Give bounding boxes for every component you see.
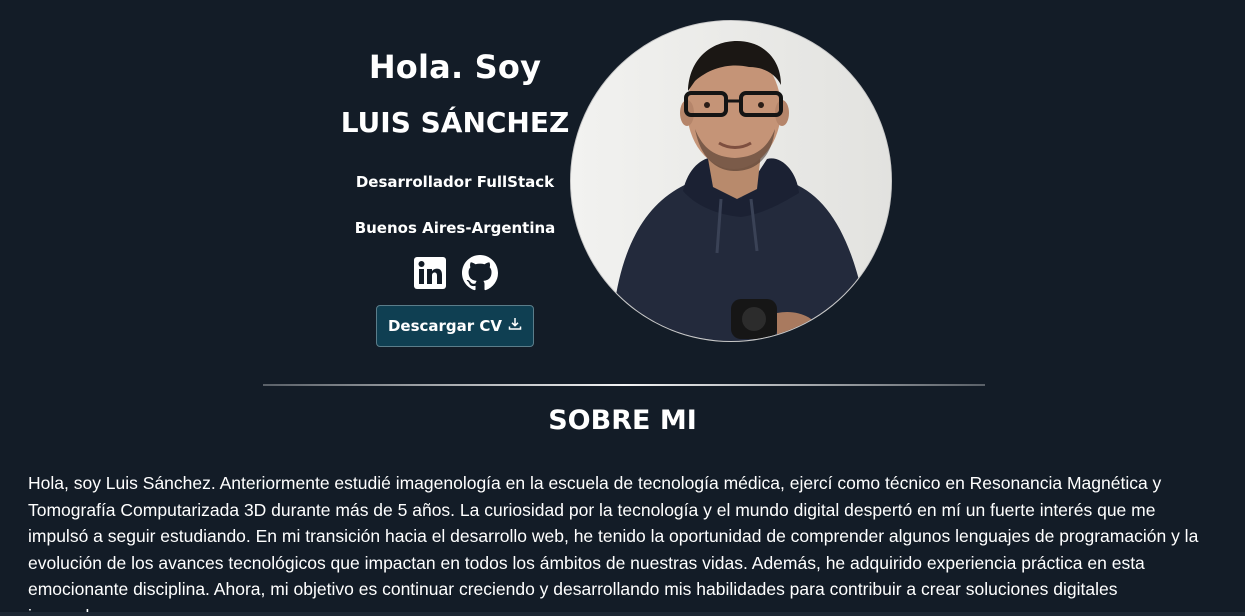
- hero-section: Hola. Soy LUIS SÁNCHEZ Desarrollador Ful…: [0, 0, 1245, 370]
- section-divider: [263, 372, 985, 386]
- page-bottom-edge: [0, 612, 1245, 616]
- github-icon: [462, 255, 498, 295]
- about-heading: SOBRE MI: [548, 405, 697, 436]
- profile-photo: [570, 20, 892, 342]
- about-paragraph: Hola, soy Luis Sánchez. Anteriormente es…: [28, 473, 1199, 616]
- download-icon: [508, 317, 522, 335]
- download-cv-button[interactable]: Descargar CV: [376, 305, 534, 347]
- location-text: Buenos Aires-Argentina: [354, 219, 556, 237]
- github-link[interactable]: [462, 255, 498, 295]
- role-text: Desarrollador FullStack: [355, 173, 555, 191]
- greeting-heading: Hola. Soy: [368, 48, 542, 86]
- portfolio-page: Hola. Soy LUIS SÁNCHEZ Desarrollador Ful…: [0, 0, 1245, 616]
- name-heading: LUIS SÁNCHEZ: [340, 106, 570, 139]
- linkedin-icon: [413, 256, 447, 294]
- intro-block: Hola. Soy LUIS SÁNCHEZ Desarrollador Ful…: [305, 40, 605, 347]
- download-cv-label: Descargar CV: [387, 317, 503, 335]
- social-links: [305, 255, 605, 295]
- linkedin-link[interactable]: [412, 257, 448, 293]
